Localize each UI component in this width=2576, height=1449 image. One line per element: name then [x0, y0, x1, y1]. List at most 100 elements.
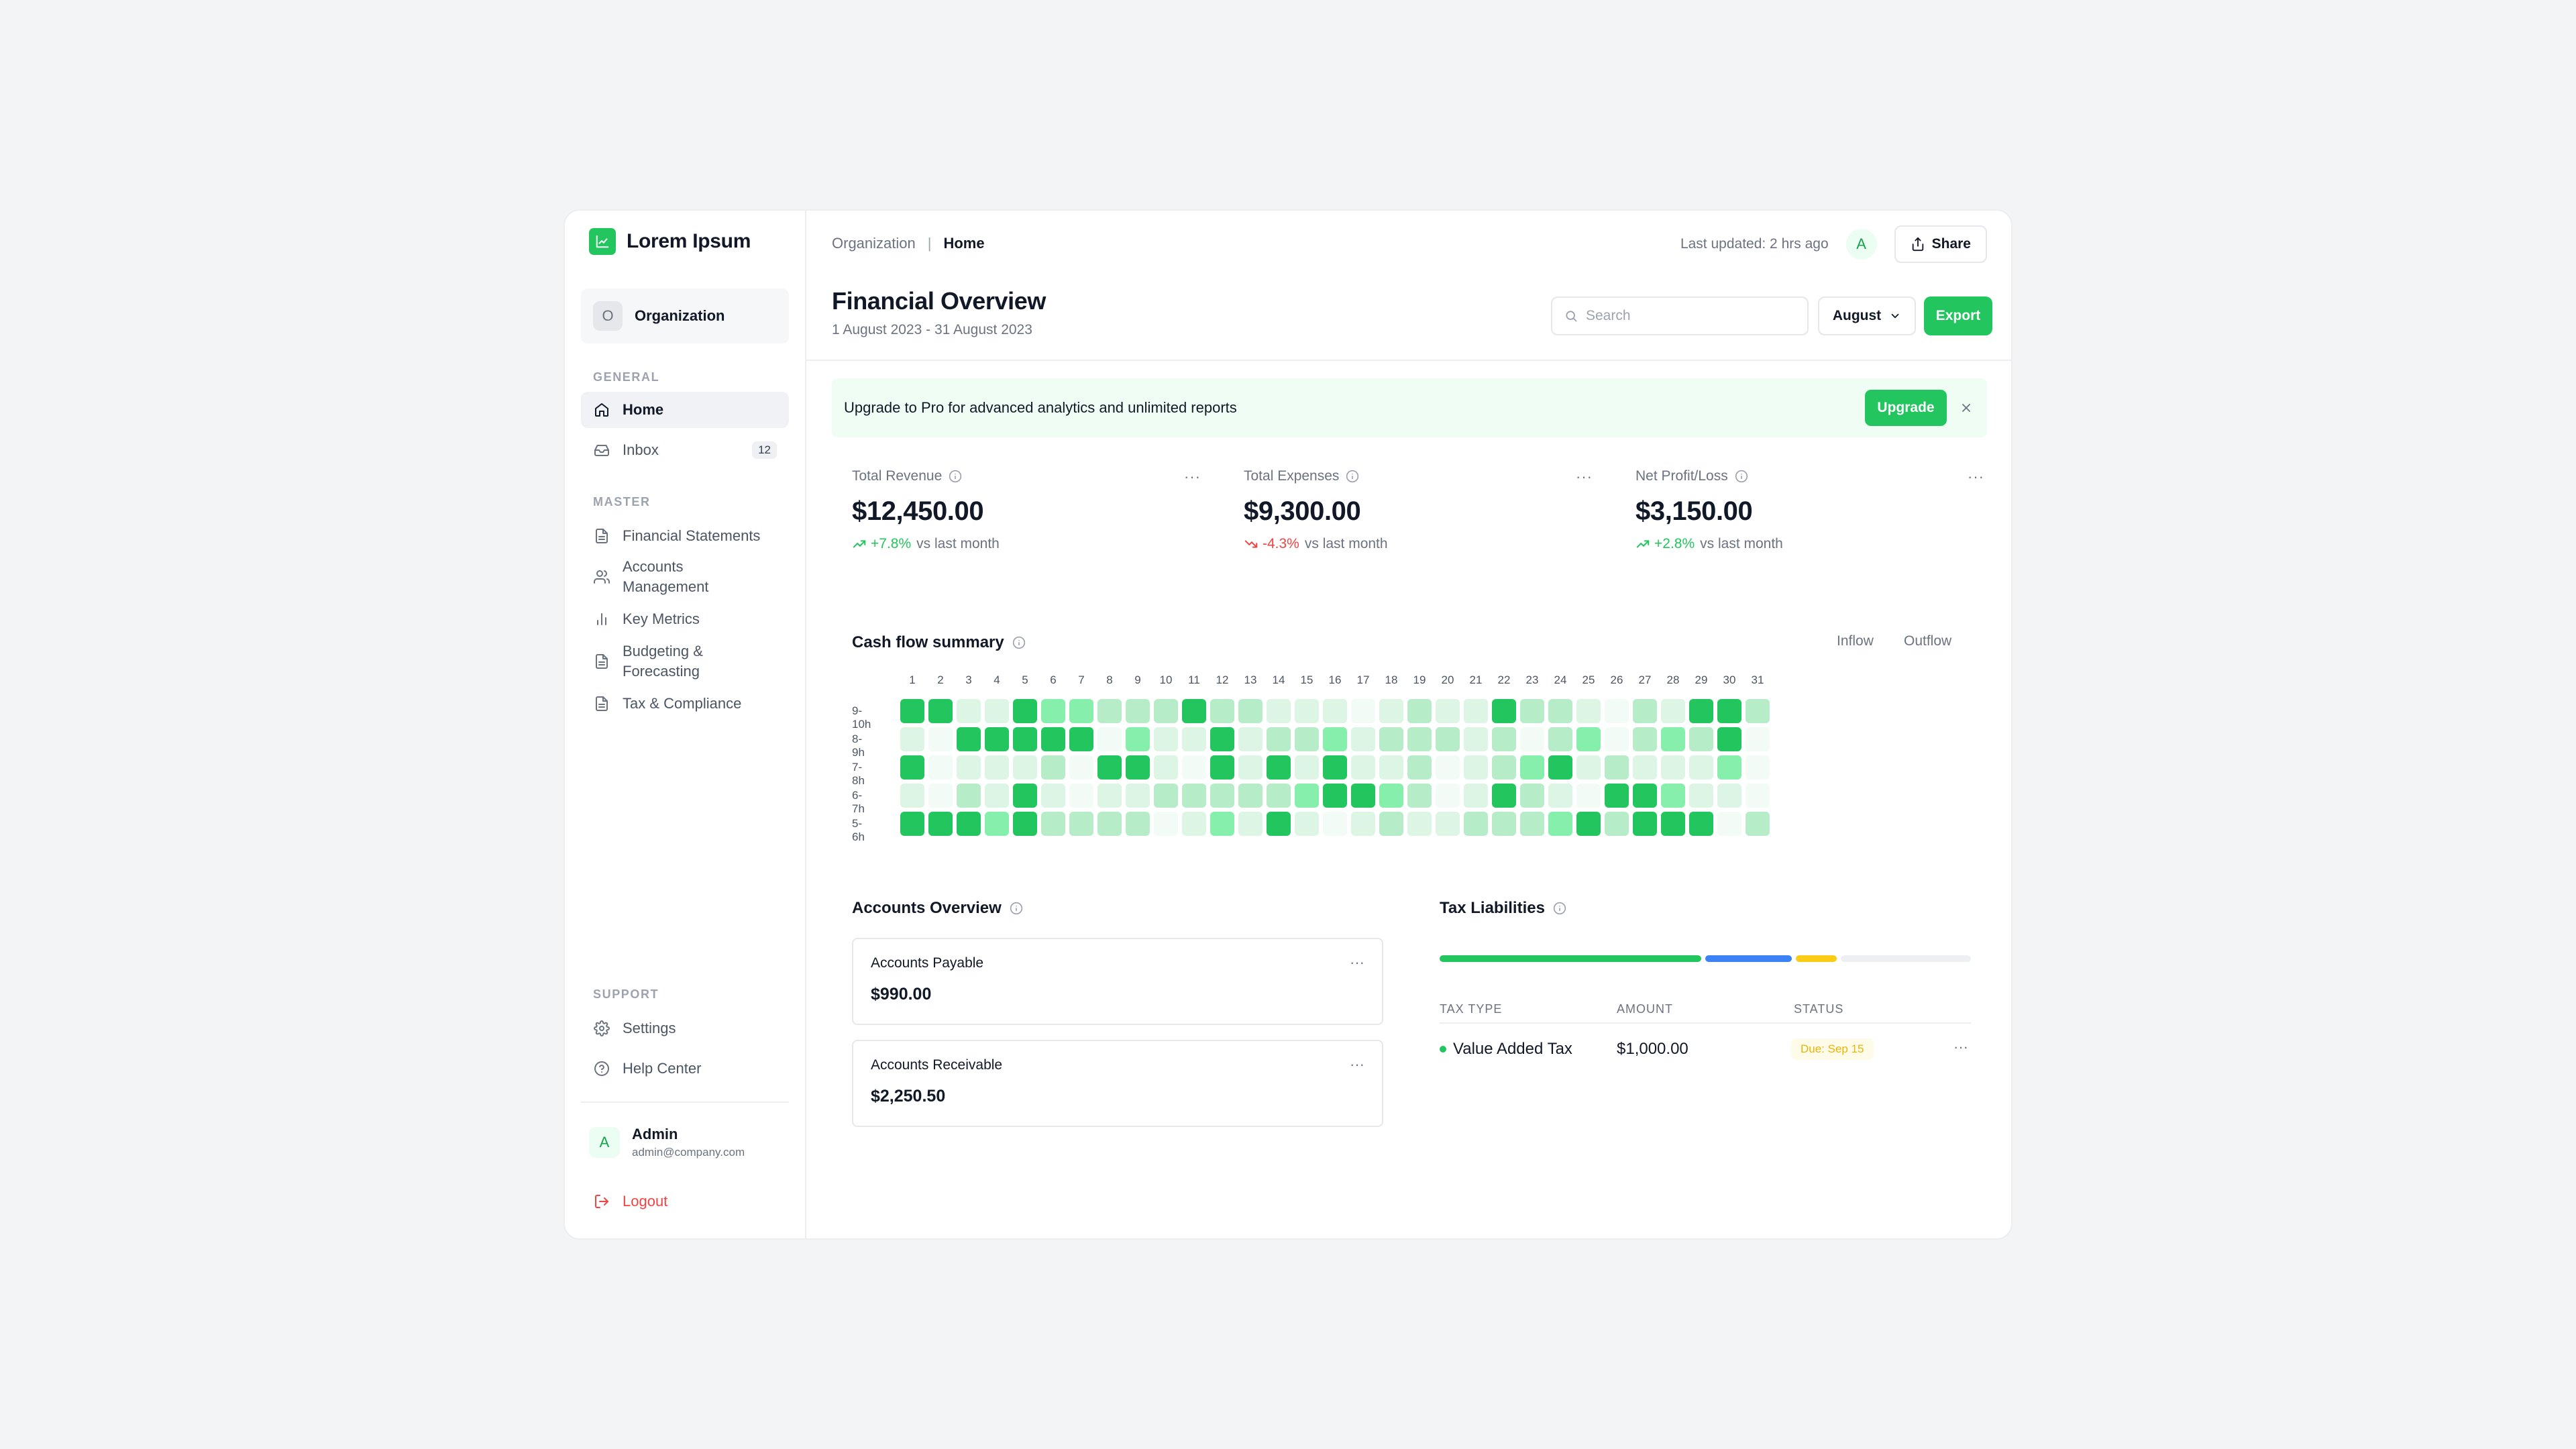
heatmap-cell[interactable] — [985, 699, 1009, 723]
search-box[interactable] — [1551, 297, 1809, 335]
heatmap-cell[interactable] — [1717, 699, 1741, 723]
heatmap-cell[interactable] — [1182, 699, 1206, 723]
sidebar-item-key-metrics[interactable]: Key Metrics — [581, 601, 789, 637]
heatmap-cell[interactable] — [1605, 699, 1629, 723]
heatmap-cell[interactable] — [928, 699, 953, 723]
heatmap-cell[interactable] — [1041, 784, 1065, 808]
heatmap-cell[interactable] — [1717, 784, 1741, 808]
heatmap-cell[interactable] — [1746, 755, 1770, 780]
heatmap-cell[interactable] — [1464, 699, 1488, 723]
heatmap-cell[interactable] — [1689, 727, 1713, 751]
heatmap-cell[interactable] — [1746, 784, 1770, 808]
heatmap-cell[interactable] — [1379, 784, 1403, 808]
heatmap-cell[interactable] — [1323, 784, 1347, 808]
info-icon[interactable] — [1012, 636, 1026, 649]
heatmap-cell[interactable] — [1069, 812, 1093, 836]
heatmap-cell[interactable] — [1548, 812, 1572, 836]
heatmap-cell[interactable] — [928, 812, 953, 836]
heatmap-cell[interactable] — [1013, 812, 1037, 836]
heatmap-cell[interactable] — [900, 755, 924, 780]
user-profile[interactable]: A Admin admin@company.com — [589, 1126, 745, 1159]
heatmap-cell[interactable] — [1661, 784, 1685, 808]
heatmap-cell[interactable] — [1746, 812, 1770, 836]
heatmap-cell[interactable] — [1069, 784, 1093, 808]
heatmap-cell[interactable] — [1576, 812, 1601, 836]
heatmap-cell[interactable] — [1464, 784, 1488, 808]
heatmap-cell[interactable] — [1605, 812, 1629, 836]
heatmap-cell[interactable] — [957, 755, 981, 780]
heatmap-cell[interactable] — [1295, 812, 1319, 836]
heatmap-cell[interactable] — [1154, 755, 1178, 780]
heatmap-cell[interactable] — [1548, 699, 1572, 723]
more-icon[interactable]: ··· — [1968, 468, 1984, 486]
heatmap-cell[interactable] — [1689, 784, 1713, 808]
heatmap-cell[interactable] — [1069, 755, 1093, 780]
heatmap-cell[interactable] — [1154, 699, 1178, 723]
heatmap-cell[interactable] — [1351, 727, 1375, 751]
heatmap-cell[interactable] — [1379, 812, 1403, 836]
heatmap-cell[interactable] — [1126, 699, 1150, 723]
heatmap-cell[interactable] — [1351, 755, 1375, 780]
heatmap-cell[interactable] — [1379, 727, 1403, 751]
heatmap-cell[interactable] — [1576, 727, 1601, 751]
heatmap-cell[interactable] — [1520, 699, 1544, 723]
heatmap-cell[interactable] — [900, 784, 924, 808]
heatmap-cell[interactable] — [1210, 812, 1234, 836]
heatmap-cell[interactable] — [985, 812, 1009, 836]
heatmap-cell[interactable] — [1041, 699, 1065, 723]
heatmap-cell[interactable] — [1379, 699, 1403, 723]
sidebar-item-financial-statements[interactable]: Financial Statements — [581, 518, 789, 554]
heatmap-cell[interactable] — [985, 784, 1009, 808]
search-input[interactable] — [1586, 308, 1787, 324]
sidebar-item-home[interactable]: Home — [581, 392, 789, 428]
more-icon[interactable]: ··· — [1184, 468, 1201, 486]
heatmap-cell[interactable] — [1746, 699, 1770, 723]
heatmap-cell[interactable] — [1154, 812, 1178, 836]
heatmap-cell[interactable] — [1436, 812, 1460, 836]
heatmap-cell[interactable] — [1520, 812, 1544, 836]
heatmap-cell[interactable] — [1097, 812, 1122, 836]
heatmap-cell[interactable] — [1633, 812, 1657, 836]
heatmap-cell[interactable] — [1238, 784, 1263, 808]
heatmap-cell[interactable] — [900, 699, 924, 723]
heatmap-cell[interactable] — [1041, 727, 1065, 751]
heatmap-cell[interactable] — [1576, 784, 1601, 808]
heatmap-cell[interactable] — [1013, 727, 1037, 751]
info-icon[interactable] — [1735, 470, 1748, 483]
heatmap-cell[interactable] — [1407, 699, 1432, 723]
heatmap-cell[interactable] — [1464, 727, 1488, 751]
heatmap-cell[interactable] — [1097, 727, 1122, 751]
heatmap-cell[interactable] — [1436, 784, 1460, 808]
heatmap-cell[interactable] — [1267, 727, 1291, 751]
info-icon[interactable] — [949, 470, 962, 483]
heatmap-cell[interactable] — [957, 699, 981, 723]
month-select[interactable]: August — [1818, 297, 1916, 335]
heatmap-cell[interactable] — [900, 812, 924, 836]
heatmap-cell[interactable] — [1661, 727, 1685, 751]
sidebar-item-budgeting[interactable]: Budgeting & Forecasting — [581, 635, 789, 688]
account-card-receivable[interactable]: Accounts Receivable $2,250.50 ··· — [852, 1040, 1383, 1127]
more-icon[interactable]: ··· — [1350, 954, 1364, 971]
breadcrumb-parent[interactable]: Organization — [832, 235, 916, 252]
heatmap-cell[interactable] — [957, 784, 981, 808]
heatmap-cell[interactable] — [1492, 727, 1516, 751]
heatmap-cell[interactable] — [1492, 699, 1516, 723]
heatmap-cell[interactable] — [1097, 699, 1122, 723]
heatmap-cell[interactable] — [1407, 784, 1432, 808]
heatmap-cell[interactable] — [1407, 727, 1432, 751]
heatmap-cell[interactable] — [1295, 784, 1319, 808]
heatmap-cell[interactable] — [1436, 699, 1460, 723]
heatmap-cell[interactable] — [1210, 755, 1234, 780]
heatmap-cell[interactable] — [1323, 699, 1347, 723]
info-icon[interactable] — [1346, 470, 1359, 483]
heatmap-cell[interactable] — [1154, 784, 1178, 808]
heatmap-cell[interactable] — [900, 727, 924, 751]
heatmap-cell[interactable] — [1436, 755, 1460, 780]
heatmap-cell[interactable] — [1323, 812, 1347, 836]
heatmap-cell[interactable] — [1351, 784, 1375, 808]
heatmap-cell[interactable] — [1689, 812, 1713, 836]
export-button[interactable]: Export — [1924, 297, 1992, 335]
heatmap-cell[interactable] — [1661, 699, 1685, 723]
logout-button[interactable]: Logout — [593, 1193, 667, 1210]
heatmap-cell[interactable] — [1492, 812, 1516, 836]
